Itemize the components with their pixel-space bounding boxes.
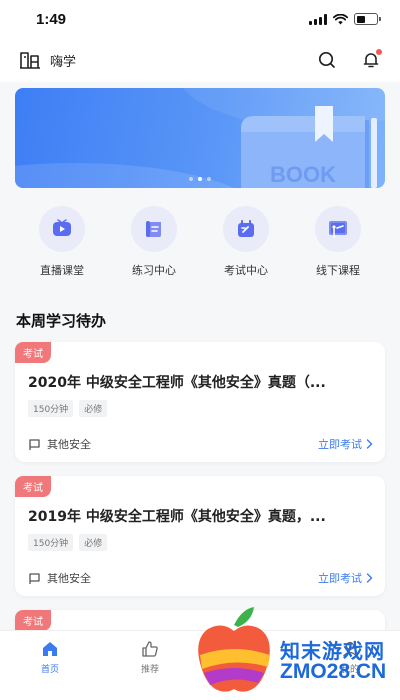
live-video-icon bbox=[39, 206, 85, 252]
action-label: 立即考试 bbox=[318, 438, 362, 451]
notification-button[interactable] bbox=[360, 49, 382, 71]
duration-chip: 150分钟 bbox=[28, 534, 74, 551]
banner-art: BOOK bbox=[15, 88, 385, 188]
start-exam-link[interactable]: 立即考试 bbox=[318, 570, 373, 586]
tab-label: 推荐 bbox=[140, 665, 159, 675]
calendar-icon bbox=[223, 206, 269, 252]
book-icon: BOOK bbox=[241, 106, 377, 188]
nav-label: 练习中心 bbox=[132, 264, 176, 277]
requirement-chip: 必修 bbox=[79, 534, 108, 551]
scroll-icon bbox=[131, 206, 177, 252]
category-label: 其他安全 bbox=[47, 572, 91, 585]
watermark-url: ZMO28.CN bbox=[280, 660, 387, 683]
apple-logo-icon bbox=[198, 607, 270, 692]
signal-icon bbox=[309, 13, 327, 25]
card-title: 2019年 中级安全工程师《其他安全》真题，... bbox=[28, 509, 326, 525]
status-time: 1:49 bbox=[36, 10, 67, 28]
notification-dot bbox=[376, 49, 382, 55]
card-tag: 考试 bbox=[15, 610, 51, 631]
nav-label: 线下课程 bbox=[316, 264, 360, 277]
card-category: 其他安全 bbox=[28, 436, 91, 452]
duration-chip: 150分钟 bbox=[28, 400, 74, 417]
flag-icon bbox=[29, 572, 40, 584]
status-bar: 1:49 bbox=[0, 0, 400, 38]
card-tag: 考试 bbox=[15, 342, 51, 363]
banner-carousel[interactable]: BOOK bbox=[15, 88, 385, 188]
tab-home[interactable]: 首页 bbox=[0, 631, 100, 700]
section-title: 本周学习待办 bbox=[16, 312, 107, 330]
indicator-dot bbox=[189, 177, 193, 181]
battery-icon bbox=[354, 13, 381, 25]
book-text: BOOK bbox=[270, 162, 336, 187]
nav-exam-center[interactable]: 考试中心 bbox=[206, 200, 286, 290]
category-label: 其他安全 bbox=[47, 438, 91, 451]
wifi-icon bbox=[333, 13, 348, 24]
start-exam-link[interactable]: 立即考试 bbox=[318, 436, 373, 452]
quick-nav: 直播课堂 练习中心 考试中心 线下课程 bbox=[0, 200, 400, 290]
app-name: 嗨学 bbox=[50, 54, 77, 70]
card-tag: 考试 bbox=[15, 476, 51, 497]
flag-icon bbox=[29, 438, 40, 450]
watermark: 知末游戏网 ZMO28.CN bbox=[192, 605, 397, 697]
logo-icon bbox=[20, 52, 40, 69]
chevron-right-icon bbox=[366, 573, 373, 583]
action-label: 立即考试 bbox=[318, 572, 362, 585]
system-icons bbox=[309, 13, 381, 25]
requirement-chip: 必修 bbox=[79, 400, 108, 417]
card-title: 2020年 中级安全工程师《其他安全》真题（... bbox=[28, 375, 326, 391]
nav-label: 考试中心 bbox=[224, 264, 268, 277]
search-icon bbox=[318, 51, 335, 68]
nav-label: 直播课堂 bbox=[40, 264, 84, 277]
nav-practice-center[interactable]: 练习中心 bbox=[114, 200, 194, 290]
chevron-right-icon bbox=[366, 439, 373, 449]
tab-label: 首页 bbox=[40, 665, 59, 675]
nav-offline-course[interactable]: 线下课程 bbox=[298, 200, 378, 290]
todo-card[interactable]: 考试 2019年 中级安全工程师《其他安全》真题，... 150分钟 必修 其他… bbox=[15, 476, 385, 596]
tab-recommend[interactable]: 推荐 bbox=[100, 631, 200, 700]
indicator-dot bbox=[207, 177, 211, 181]
classroom-board-icon bbox=[315, 206, 361, 252]
indicator-dot-active bbox=[198, 177, 202, 181]
app-header: 嗨学 bbox=[0, 38, 400, 82]
home-icon bbox=[43, 642, 57, 656]
thumbs-up-icon bbox=[142, 641, 158, 657]
search-button[interactable] bbox=[316, 49, 338, 71]
app-logo[interactable]: 嗨学 bbox=[18, 50, 76, 70]
card-category: 其他安全 bbox=[28, 570, 91, 586]
nav-live-class[interactable]: 直播课堂 bbox=[22, 200, 102, 290]
carousel-indicator bbox=[15, 177, 385, 181]
todo-card[interactable]: 考试 2020年 中级安全工程师《其他安全》真题（... 150分钟 必修 其他… bbox=[15, 342, 385, 462]
